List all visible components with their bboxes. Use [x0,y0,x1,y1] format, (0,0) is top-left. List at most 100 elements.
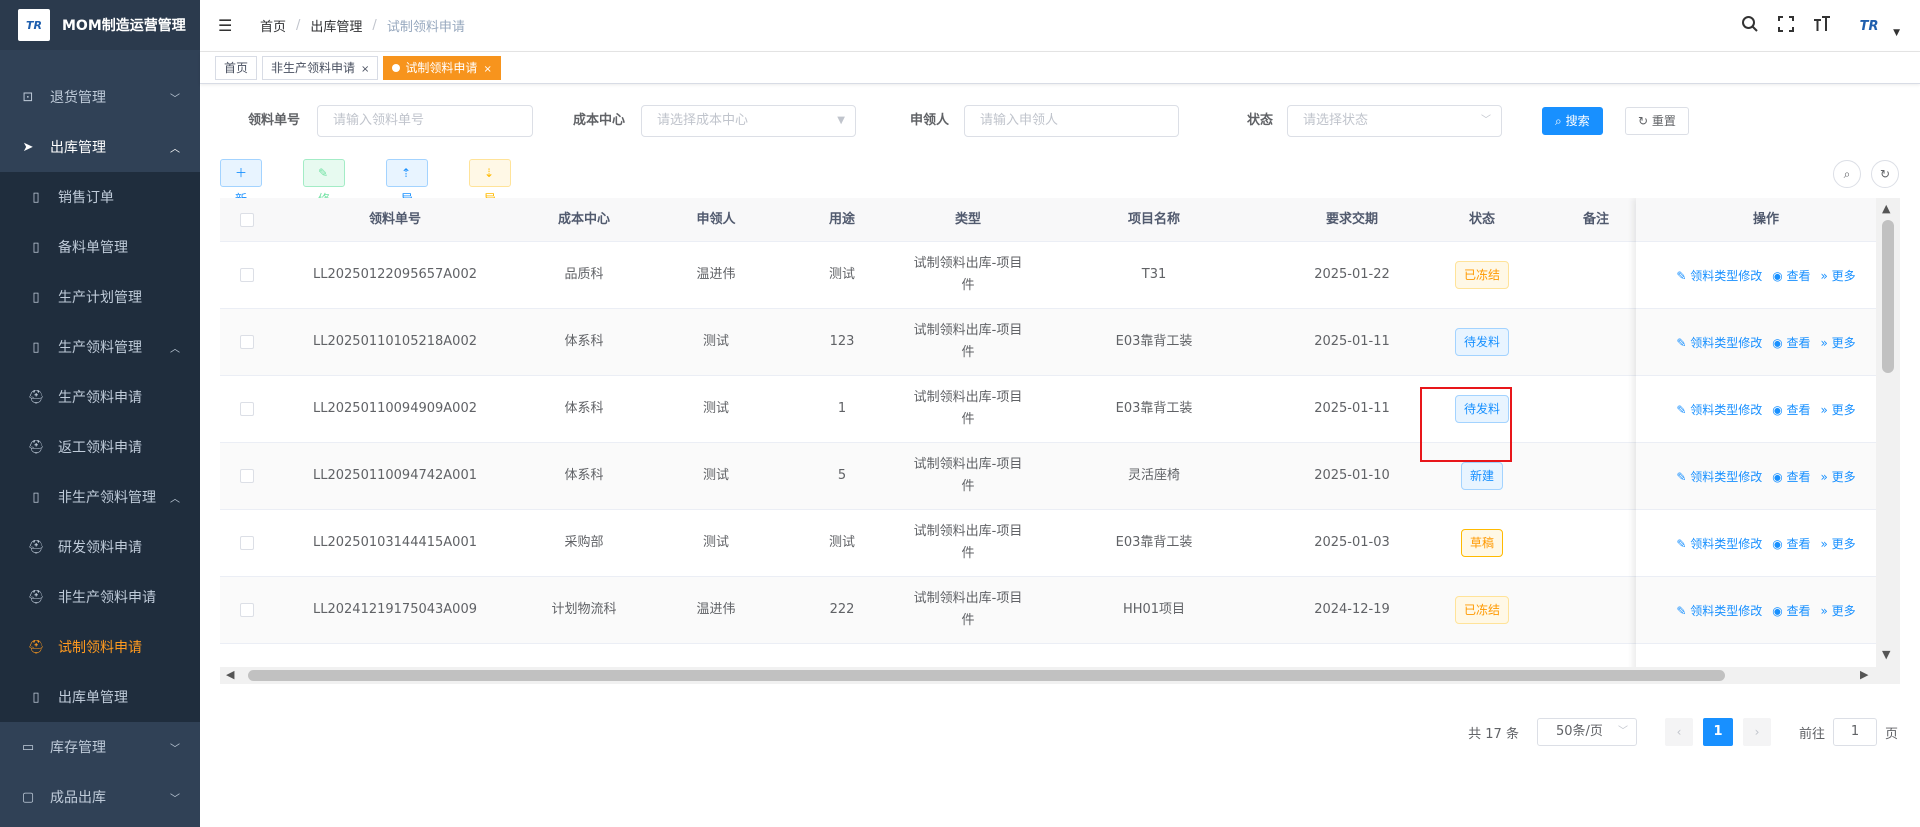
close-icon[interactable]: × [361,64,369,75]
sidebar-item-inventory[interactable]: ▭ 库存管理 ﹀ [0,722,200,772]
sidebar-item-sales-order[interactable]: ▯ 销售订单 [0,172,200,222]
refresh-button[interactable]: ↻ [1871,160,1899,188]
sidebar-item-rd-picking-apply[interactable]: ⛑ 研发领料申请 [0,522,200,572]
scroll-thumb[interactable] [1882,220,1894,373]
row-checkbox[interactable] [240,536,254,550]
horizontal-scrollbar[interactable]: ◀ ▶ [220,667,1876,684]
close-icon[interactable]: × [483,64,491,75]
table-row[interactable]: LL20250103144415A001 采购部 测试 测试 试制领料出库-项目件 E03… [220,510,1876,577]
table-row[interactable]: LL20250110094742A001 体系科 测试 5 试制领料出库-项目件 灵活座椅… [220,443,1876,510]
table-row[interactable]: LL20250110105218A002 体系科 测试 123 试制领料出库-项目件 E0… [220,309,1876,376]
row-checkbox[interactable] [240,603,254,617]
view-link[interactable]: ◉ 查看 [1772,602,1810,619]
sidebar-menu: ⊡ 退货管理 ﹀ ➤ 出库管理 ︿ ▯ 销售订单 ▯ 备料单管理 ▯ 生产计划管… [0,72,200,822]
checkbox[interactable] [240,213,254,227]
applicant-label: 申领人 [910,113,950,128]
reset-button[interactable]: ↻ 重置 [1625,107,1689,135]
fullscreen-icon[interactable] [1777,15,1795,37]
tag-home[interactable]: 首页 [215,55,258,80]
view-link[interactable]: ◉ 查看 [1772,267,1810,284]
arrow-up-icon[interactable]: ▲ [1882,202,1890,215]
next-page-button[interactable]: › [1742,718,1771,746]
more-link[interactable]: » 更多 [1821,535,1856,552]
cell-due-date: 2025-01-22 [1314,267,1390,282]
book-icon: ▯ [32,289,40,305]
tag-nonproduction-picking[interactable]: 非生产领料申请 × [262,55,379,80]
search-icon[interactable] [1741,15,1759,37]
page-size-select[interactable]: 50条/页 ﹀ [1536,718,1637,746]
app-title: MOM制造运营管理 [62,18,186,34]
import-button[interactable]: ⇡ 导入 [386,159,429,232]
modify-type-link[interactable]: ✎ 领料类型修改 [1676,602,1762,619]
toggle-search-button[interactable]: ⌕ [1833,160,1861,188]
sidebar-item-trial-picking-apply[interactable]: ⛑ 试制领料申请 [0,622,200,672]
submenu-outbound: ▯ 销售订单 ▯ 备料单管理 ▯ 生产计划管理 ▯ 生产领料管理 ︿ ⛑ 生产领… [0,172,200,722]
col-actions: 操作 [1752,212,1779,227]
avatar[interactable]: TR [1849,11,1889,41]
cell-project: E03靠背工装 [1115,401,1193,416]
modify-type-link[interactable]: ✎ 领料类型修改 [1676,535,1762,552]
table-row[interactable]: LL20241219175043A009 计划物流科 温进伟 222 试制领料出库-项目… [220,577,1876,644]
sidebar-item-production-picking-apply[interactable]: ⛑ 生产领料申请 [0,372,200,422]
sidebar-item-production-picking[interactable]: ▯ 生产领料管理 ︿ [0,322,200,372]
view-link[interactable]: ◉ 查看 [1772,401,1810,418]
goto-page-input[interactable]: 1 [1832,718,1877,746]
sidebar-item-rework-picking-apply[interactable]: ⛑ 返工领料申请 [0,422,200,472]
modify-type-link[interactable]: ✎ 领料类型修改 [1676,267,1762,284]
sidebar-item-outbound-order[interactable]: ▯ 出库单管理 [0,672,200,722]
cost-center-select[interactable]: 请选择成本中心 ▼ [641,105,856,137]
eye-icon: ◉ [1772,603,1787,618]
more-link[interactable]: » 更多 [1821,468,1856,485]
tag-trial-picking[interactable]: 试制领料申请 × [383,55,501,80]
order-no-input[interactable]: 请输入领料单号 [317,105,533,137]
more-link[interactable]: » 更多 [1821,334,1856,351]
book-icon: ▯ [32,339,40,355]
prev-page-button[interactable]: ‹ [1664,718,1693,746]
hamburger-icon[interactable]: ☰ [218,16,238,35]
action-label: 更多 [1831,536,1856,551]
view-link[interactable]: ◉ 查看 [1772,535,1810,552]
table-row[interactable]: LL20250110094909A002 体系科 测试 1 试制领料出库-项目件 E03靠… [220,376,1876,443]
row-checkbox-cell [220,376,274,442]
breadcrumb-outbound[interactable]: 出库管理 [310,16,362,35]
caret-down-icon[interactable]: ▼ [1893,28,1900,38]
vertical-scrollbar[interactable]: ▲ ▼ [1876,198,1900,684]
page-number[interactable]: 1 [1702,718,1733,746]
sidebar-item-nonproduction-picking[interactable]: ▯ 非生产领料管理 ︿ [0,472,200,522]
modify-type-link[interactable]: ✎ 领料类型修改 [1676,334,1762,351]
row-checkbox[interactable] [240,469,254,483]
row-checkbox[interactable] [240,268,254,282]
view-link[interactable]: ◉ 查看 [1772,468,1810,485]
more-link[interactable]: » 更多 [1821,401,1856,418]
export-button[interactable]: ⇣ 导出 [469,159,512,232]
modify-type-link[interactable]: ✎ 领料类型修改 [1676,468,1762,485]
sidebar-item-return[interactable]: ⊡ 退货管理 ﹀ [0,72,200,122]
sidebar-item-material-prep[interactable]: ▯ 备料单管理 [0,222,200,272]
status-badge: 新建 [1460,462,1503,490]
sidebar-item-production-plan[interactable]: ▯ 生产计划管理 [0,272,200,322]
sidebar-item-nonproduction-picking-apply[interactable]: ⛑ 非生产领料申请 [0,572,200,622]
add-button[interactable]: ＋ 新增 [220,159,263,232]
row-checkbox[interactable] [240,402,254,416]
breadcrumb-home[interactable]: 首页 [260,16,286,35]
view-link[interactable]: ◉ 查看 [1772,334,1810,351]
sidebar-item-outbound[interactable]: ➤ 出库管理 ︿ [0,122,200,172]
more-link[interactable]: » 更多 [1821,267,1856,284]
col-applicant: 申领人 [696,212,736,227]
row-checkbox[interactable] [240,335,254,349]
search-button[interactable]: ⌕ 搜索 [1542,107,1603,135]
status-select[interactable]: 请选择状态 ﹀ [1287,105,1502,137]
select-all-checkbox[interactable] [220,198,274,242]
table-row[interactable]: LL20250122095657A002 品质科 温进伟 测试 试制领料出库-项目件 T3… [220,242,1876,309]
font-size-icon[interactable] [1813,15,1831,37]
edit-button[interactable]: ✎ 修改 [303,159,346,232]
arrow-down-icon[interactable]: ▼ [1882,648,1890,661]
scroll-thumb[interactable] [248,670,1725,681]
helmet-icon: ⛑ [28,639,45,655]
arrow-right-icon[interactable]: ▶ [1860,668,1868,681]
more-link[interactable]: » 更多 [1821,602,1856,619]
sidebar-item-finished-outbound[interactable]: ▢ 成品出库 ﹀ [0,772,200,822]
applicant-input[interactable]: 请输入申领人 [964,105,1179,137]
modify-type-link[interactable]: ✎ 领料类型修改 [1676,401,1762,418]
arrow-left-icon[interactable]: ◀ [226,668,234,681]
